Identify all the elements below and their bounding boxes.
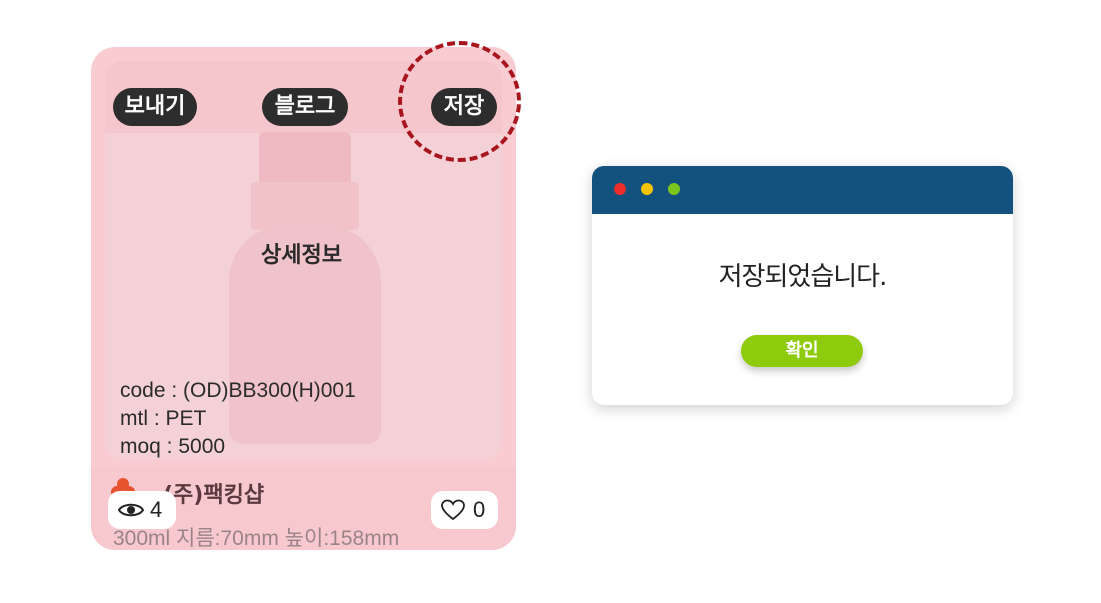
save-highlight-circle <box>398 41 521 162</box>
ok-button[interactable]: 확인 <box>741 335 863 367</box>
window-minimize-dot[interactable] <box>641 183 653 195</box>
blog-button[interactable]: 블로그 <box>262 88 348 126</box>
spec-moq: moq : 5000 <box>120 435 226 458</box>
size-info: 300ml 지름:70mm 높이:158mm <box>113 527 400 550</box>
spec-code: code : (OD)BB300(H)001 <box>120 379 356 402</box>
window-maximize-dot[interactable] <box>668 183 680 195</box>
save-confirm-dialog: 저장되었습니다. 확인 <box>592 166 1013 405</box>
dialog-titlebar <box>592 166 1013 214</box>
send-button[interactable]: 보내기 <box>113 88 197 126</box>
like-button[interactable]: 0 <box>431 491 498 529</box>
heart-icon <box>441 499 465 521</box>
view-count: 4 <box>150 497 163 522</box>
eye-icon <box>118 503 144 517</box>
window-close-dot[interactable] <box>614 183 626 195</box>
spec-material: mtl : PET <box>120 407 207 430</box>
like-count: 0 <box>473 497 486 522</box>
dialog-message: 저장되었습니다. <box>718 262 888 292</box>
detail-info-link[interactable]: 상세정보 <box>261 237 342 269</box>
bottle-collar <box>251 182 359 230</box>
company-name[interactable]: (주)팩킹샵 <box>163 477 264 509</box>
